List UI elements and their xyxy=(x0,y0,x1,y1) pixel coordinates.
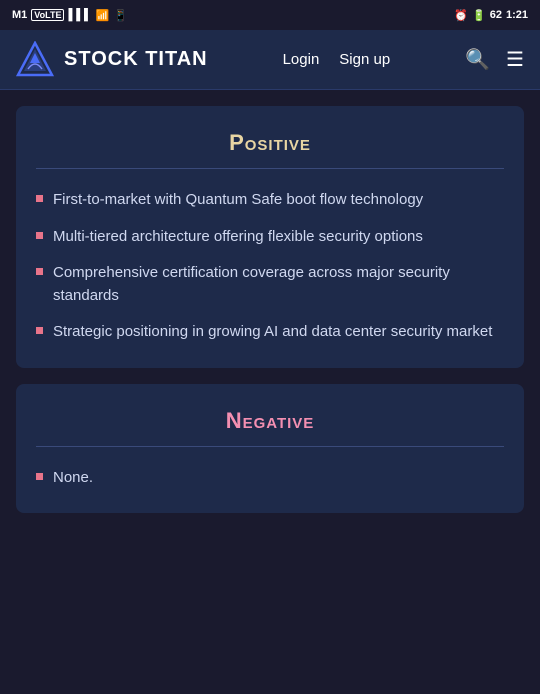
battery-icon: 🔋 xyxy=(472,9,486,22)
status-bar: M1 VoLTE ▌▌▌ 📶 📱 ⏰ 🔋 62 1:21 xyxy=(0,0,540,30)
list-item: Strategic positioning in growing AI and … xyxy=(36,321,504,344)
navbar: STOCK TITAN Login Sign up 🔍 ☰ xyxy=(0,30,540,90)
nav-icons: 🔍 ☰ xyxy=(465,47,524,72)
negative-title: Negative xyxy=(36,408,504,434)
volte-badge: VoLTE xyxy=(31,9,64,21)
brand: STOCK TITAN xyxy=(16,41,208,79)
brand-logo-icon xyxy=(16,41,54,79)
carrier-label: M1 xyxy=(12,9,27,21)
extra-icon: 📱 xyxy=(114,9,128,22)
positive-list: First-to-market with Quantum Safe boot f… xyxy=(36,189,504,344)
bullet-icon xyxy=(36,473,43,480)
brand-name: STOCK TITAN xyxy=(64,48,208,71)
list-item: None. xyxy=(36,467,504,490)
item-text: Comprehensive certification coverage acr… xyxy=(53,262,504,307)
negative-list: None. xyxy=(36,467,504,490)
bullet-icon xyxy=(36,327,43,334)
alarm-icon: ⏰ xyxy=(454,9,468,22)
status-right: ⏰ 🔋 62 1:21 xyxy=(454,9,528,22)
positive-title: Positive xyxy=(36,130,504,156)
status-carrier: M1 VoLTE ▌▌▌ 📶 📱 xyxy=(12,9,127,22)
negative-card: Negative None. xyxy=(16,384,524,514)
login-link[interactable]: Login xyxy=(283,51,320,68)
list-item: First-to-market with Quantum Safe boot f… xyxy=(36,189,504,212)
positive-divider xyxy=(36,168,504,169)
item-text: None. xyxy=(53,467,504,490)
item-text: Multi-tiered architecture offering flexi… xyxy=(53,226,504,249)
positive-card: Positive First-to-market with Quantum Sa… xyxy=(16,106,524,368)
bullet-icon xyxy=(36,268,43,275)
navbar-links: Login Sign up xyxy=(283,51,391,68)
search-icon[interactable]: 🔍 xyxy=(465,47,490,72)
wifi-icon: 📶 xyxy=(96,9,110,22)
menu-icon[interactable]: ☰ xyxy=(506,47,524,72)
main-content: Positive First-to-market with Quantum Sa… xyxy=(0,90,540,545)
item-text: Strategic positioning in growing AI and … xyxy=(53,321,504,344)
signal-icon: ▌▌▌ xyxy=(68,9,91,21)
time-display: 1:21 xyxy=(506,9,528,21)
bullet-icon xyxy=(36,195,43,202)
item-text: First-to-market with Quantum Safe boot f… xyxy=(53,189,504,212)
list-item: Multi-tiered architecture offering flexi… xyxy=(36,226,504,249)
list-item: Comprehensive certification coverage acr… xyxy=(36,262,504,307)
bullet-icon xyxy=(36,232,43,239)
battery-level: 62 xyxy=(490,9,502,21)
signup-link[interactable]: Sign up xyxy=(339,51,390,68)
negative-divider xyxy=(36,446,504,447)
